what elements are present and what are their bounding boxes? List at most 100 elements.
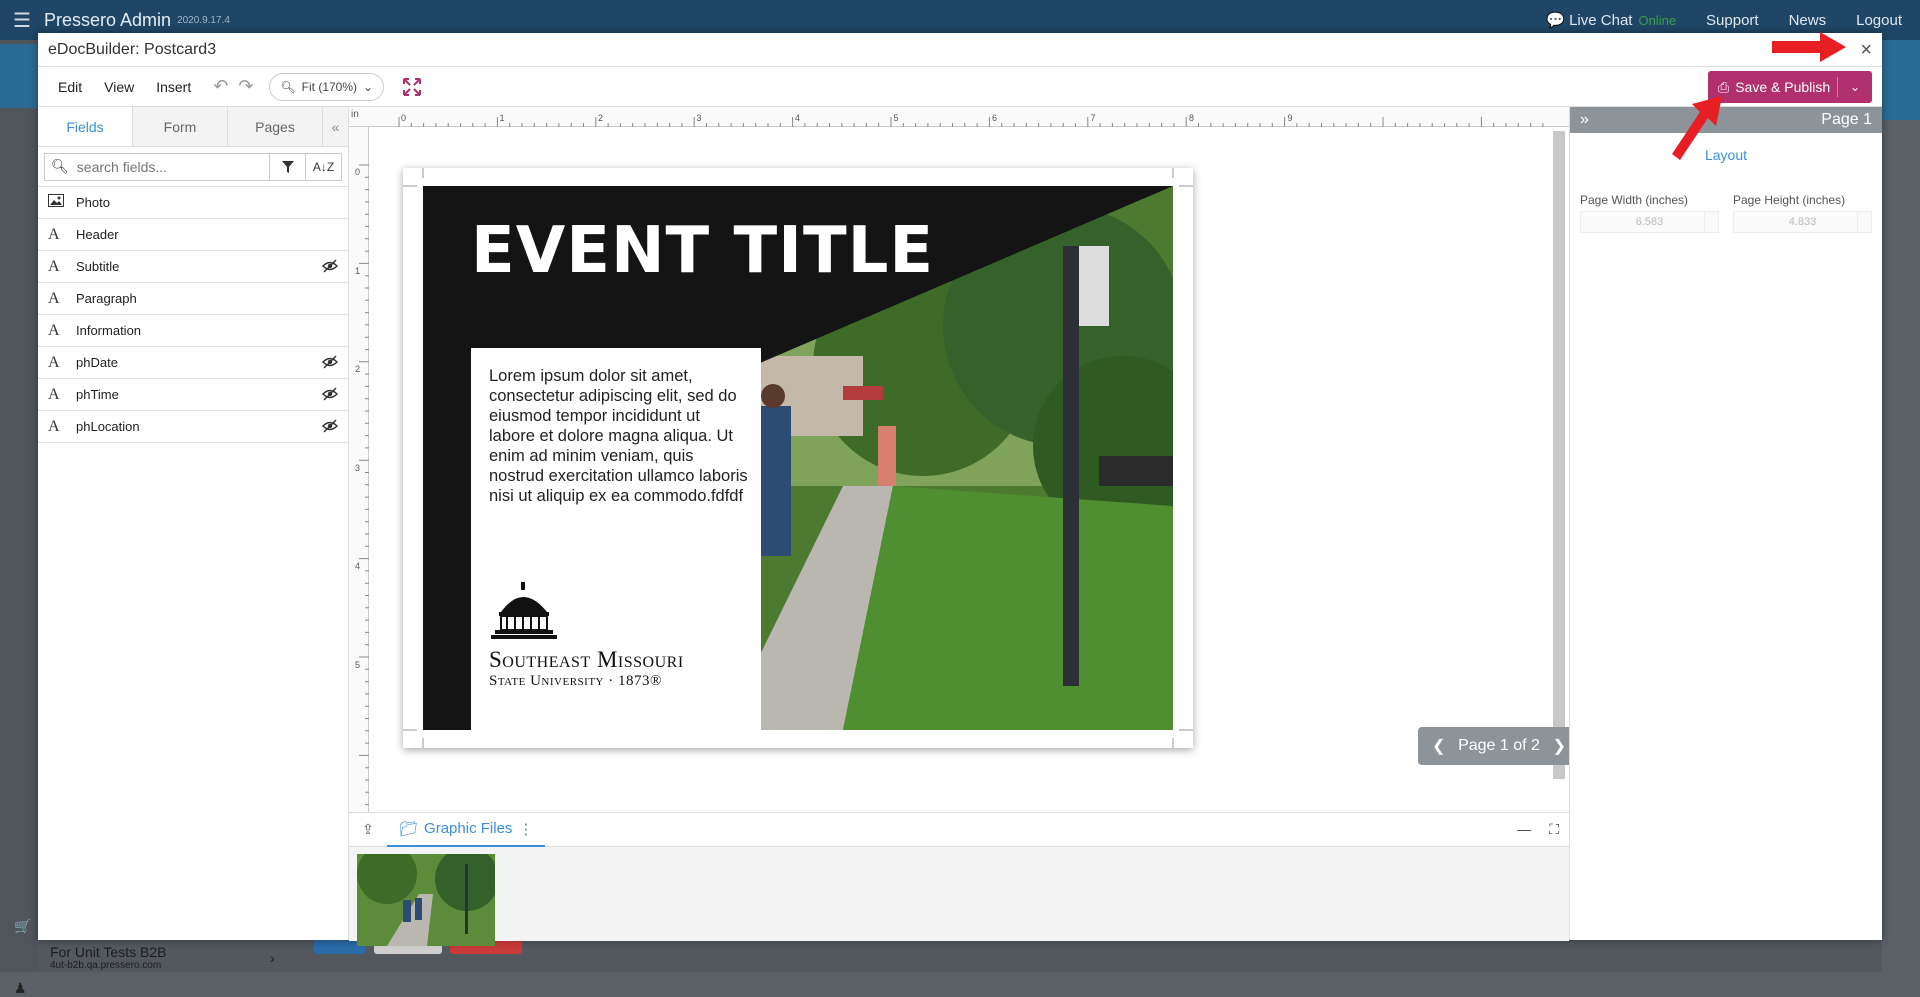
save-publish-button[interactable]: ⎙ Save & Publish ⌄ bbox=[1708, 71, 1872, 103]
field-item[interactable]: Photo bbox=[38, 187, 348, 219]
edit-menu[interactable]: Edit bbox=[58, 79, 82, 95]
thumbnail-strip bbox=[349, 847, 1569, 946]
page-width-input[interactable]: 6.583 bbox=[1580, 211, 1719, 233]
text-icon: A bbox=[48, 257, 60, 275]
logo-line-1: Southeast Missouri bbox=[489, 647, 684, 672]
zoom-value: Fit (170%) bbox=[301, 79, 358, 94]
expand-icon[interactable]: ⛶ bbox=[1549, 821, 1559, 838]
expand-right-icon[interactable]: » bbox=[1580, 111, 1589, 129]
postcard-page[interactable]: EVENT TITLE Lorem ipsum dolor sit amet, … bbox=[403, 168, 1193, 748]
graphic-thumbnail[interactable] bbox=[357, 854, 495, 946]
save-icon: ⎙ bbox=[1718, 78, 1730, 95]
text-icon: A bbox=[48, 385, 60, 403]
save-dropdown-icon[interactable]: ⌄ bbox=[1838, 80, 1872, 94]
design-canvas: in 0123456789 012345 EVENT TITLE Lorem i… bbox=[349, 107, 1580, 946]
account-name: For Unit Tests B2B bbox=[50, 944, 167, 960]
assets-tabs: ⇪ 📁︎ Graphic Files ⋮ — ⛶ bbox=[349, 813, 1569, 847]
page-height-input[interactable]: 4.833 bbox=[1733, 211, 1872, 233]
dialog-title: eDocBuilder: Postcard3 bbox=[48, 40, 217, 58]
field-item[interactable]: AphLocation bbox=[38, 411, 348, 443]
background-sidebar: 🛒 ♟ bbox=[0, 40, 38, 996]
vertical-scrollbar[interactable] bbox=[1553, 131, 1565, 779]
tab-form[interactable]: Form bbox=[133, 107, 228, 146]
fullscreen-icon[interactable] bbox=[402, 77, 422, 97]
properties-panel: » Page 1 Layout Page Width (inches) 6.58… bbox=[1569, 107, 1882, 940]
sort-az-icon: A↓Z bbox=[312, 159, 335, 174]
annotation-arrow-save bbox=[1672, 96, 1722, 160]
field-label: Photo bbox=[76, 195, 110, 210]
field-item[interactable]: A Subtitle bbox=[38, 251, 348, 283]
search-input[interactable] bbox=[76, 158, 267, 175]
live-chat-link[interactable]: 💬 Live Chat Online bbox=[1546, 11, 1676, 29]
paragraph-text[interactable]: Lorem ipsum dolor sit amet, consectetur … bbox=[489, 366, 749, 506]
logout-link[interactable]: Logout bbox=[1856, 12, 1902, 29]
prev-page-icon[interactable]: ❮ bbox=[1432, 736, 1445, 756]
work-area[interactable]: EVENT TITLE Lorem ipsum dolor sit amet, … bbox=[370, 128, 1569, 811]
zoom-select[interactable]: 🔍︎ Fit (170%) ⌄ bbox=[269, 72, 385, 101]
hidden-eye-icon[interactable] bbox=[322, 387, 338, 404]
app-brand: Pressero Admin bbox=[44, 9, 172, 30]
insert-menu[interactable]: Insert bbox=[156, 79, 191, 95]
redo-icon[interactable]: ↷ bbox=[238, 76, 253, 97]
search-icon: 🔍︎ bbox=[51, 158, 69, 174]
tab-fields[interactable]: Fields bbox=[38, 107, 133, 146]
page-indicator: Page 1 of 2 bbox=[1458, 737, 1540, 754]
hidden-eye-icon[interactable] bbox=[322, 419, 338, 436]
minimize-icon[interactable]: — bbox=[1517, 821, 1531, 838]
layout-link[interactable]: Layout bbox=[1570, 147, 1882, 163]
news-link[interactable]: News bbox=[1789, 12, 1827, 29]
left-tabs: Fields Form Pages « bbox=[38, 107, 348, 147]
field-search-row: 🔍︎ A↓Z bbox=[38, 147, 348, 187]
field-item[interactable]: AphDate bbox=[38, 347, 348, 379]
menu-icon[interactable]: ☰ bbox=[0, 8, 44, 33]
field-label: phLocation bbox=[76, 419, 140, 434]
view-menu[interactable]: View bbox=[104, 79, 134, 95]
field-item[interactable]: AphTime bbox=[38, 379, 348, 411]
background-sidebar-active bbox=[0, 44, 38, 108]
field-item[interactable]: A Paragraph bbox=[38, 283, 348, 315]
hidden-eye-icon[interactable] bbox=[322, 355, 338, 372]
logo-line-2: State University · 1873® bbox=[489, 673, 662, 689]
field-item[interactable]: A Information bbox=[38, 315, 348, 347]
university-logo[interactable]: Southeast Missouri State University · 18… bbox=[489, 582, 751, 690]
tab-graphic-files[interactable]: 📁︎ Graphic Files ⋮ bbox=[387, 813, 546, 847]
upload-icon[interactable]: ⇪ bbox=[349, 821, 387, 838]
assets-panel: ⇪ 📁︎ Graphic Files ⋮ — ⛶ bbox=[349, 812, 1569, 946]
sort-button[interactable]: A↓Z bbox=[306, 152, 342, 181]
background-header-strip bbox=[1882, 40, 1920, 120]
information-box[interactable]: Lorem ipsum dolor sit amet, consectetur … bbox=[471, 348, 761, 730]
undo-icon[interactable]: ↶ bbox=[213, 76, 228, 97]
thumbnail-image bbox=[357, 854, 495, 946]
properties-header: » Page 1 bbox=[1570, 107, 1882, 133]
collapse-left-icon[interactable]: « bbox=[323, 107, 348, 146]
filter-icon bbox=[281, 160, 294, 173]
page-width-label: Page Width (inches) bbox=[1580, 193, 1689, 207]
support-link[interactable]: Support bbox=[1706, 12, 1759, 29]
filter-button[interactable] bbox=[270, 152, 306, 181]
page-size-properties: Page Width (inches) 6.583 Page Height (i… bbox=[1570, 193, 1882, 233]
dome-logo-icon bbox=[491, 582, 557, 639]
header-text[interactable]: EVENT TITLE bbox=[471, 214, 934, 288]
page-navigator: ❮ Page 1 of 2 ❯ bbox=[1418, 727, 1580, 765]
more-vertical-icon[interactable]: ⋮ bbox=[518, 820, 533, 838]
search-box: 🔍︎ bbox=[44, 152, 270, 181]
text-icon: A bbox=[48, 321, 60, 339]
edocbuilder-dialog: eDocBuilder: Postcard3 × Edit View Inser… bbox=[38, 33, 1882, 946]
tab-pages[interactable]: Pages bbox=[228, 107, 323, 146]
next-page-icon[interactable]: ❯ bbox=[1553, 736, 1566, 756]
text-icon: A bbox=[48, 417, 60, 435]
photo-field[interactable]: EVENT TITLE Lorem ipsum dolor sit amet, … bbox=[423, 186, 1173, 730]
close-button[interactable]: × bbox=[1860, 39, 1872, 62]
ruler-ticks-vertical bbox=[359, 164, 369, 806]
hidden-eye-icon[interactable] bbox=[322, 259, 338, 276]
field-list: Photo A Header A Subtitle A Paragraph A Informat… bbox=[38, 187, 348, 443]
dialog-titlebar: eDocBuilder: Postcard3 × bbox=[38, 33, 1882, 67]
field-item[interactable]: A Header bbox=[38, 219, 348, 251]
chevron-right-icon: › bbox=[270, 950, 275, 966]
field-label: Header bbox=[76, 227, 119, 242]
online-status: Online bbox=[1638, 13, 1677, 28]
save-publish-label: Save & Publish bbox=[1735, 79, 1831, 95]
folder-icon: 📁︎ bbox=[399, 820, 419, 838]
background-footer: For Unit Tests B2B 4ut-b2b.qa.pressero.c… bbox=[38, 940, 1882, 972]
field-label: phDate bbox=[76, 355, 118, 370]
